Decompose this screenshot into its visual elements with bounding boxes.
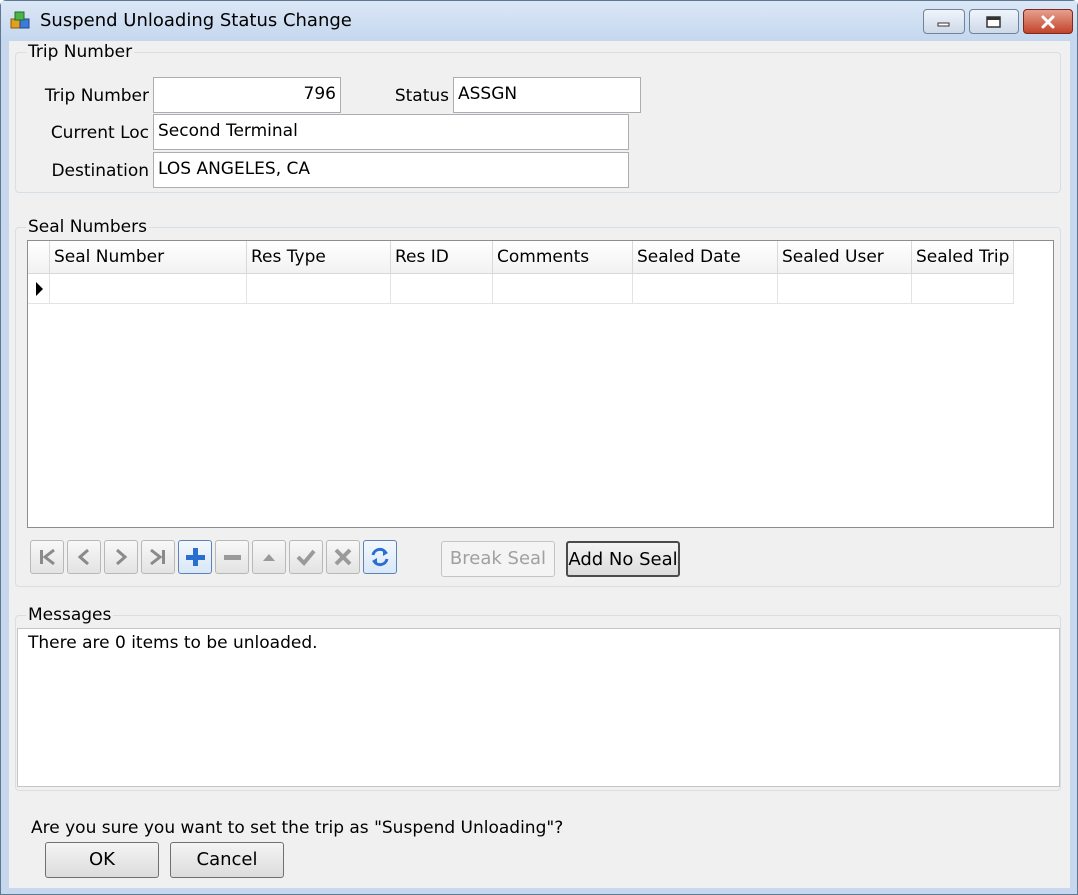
status-label: Status [394, 86, 449, 106]
break-seal-button[interactable]: Break Seal [441, 541, 555, 577]
refresh-icon [371, 547, 389, 567]
cell-sealed-date[interactable] [633, 274, 778, 304]
col-res-id[interactable]: Res ID [391, 241, 493, 274]
delete-record-icon [224, 555, 241, 560]
row-indicator [28, 274, 50, 304]
dialog-body: Trip Number Trip Number 796 Status ASSGN… [9, 41, 1070, 888]
previous-record-button[interactable] [67, 540, 101, 574]
first-record-button[interactable] [30, 540, 64, 574]
add-no-seal-button[interactable]: Add No Seal [566, 541, 680, 577]
col-sealed-trip[interactable]: Sealed Trip [912, 241, 1014, 274]
status-field[interactable]: ASSGN [453, 77, 641, 113]
title-bar[interactable]: Suspend Unloading Status Change [1, 1, 1077, 41]
cell-res-type[interactable] [247, 274, 391, 304]
confirm-question: Are you sure you want to set the trip as… [31, 818, 564, 838]
post-check-icon [296, 549, 316, 566]
maximize-button[interactable] [969, 9, 1019, 34]
cell-sealed-trip[interactable] [912, 274, 1014, 304]
messages-group-label: Messages [26, 605, 114, 625]
cell-res-id[interactable] [391, 274, 493, 304]
current-row-arrow-icon [36, 282, 43, 296]
cell-sealed-user[interactable] [778, 274, 912, 304]
maximize-icon [986, 15, 1001, 28]
grid-header: Seal Number Res Type Res ID Comments Sea… [28, 241, 1014, 274]
current-loc-label: Current Loc [50, 123, 149, 143]
post-button[interactable] [289, 540, 323, 574]
cancel-edit-button[interactable] [326, 540, 360, 574]
current-loc-field[interactable]: Second Terminal [153, 114, 629, 150]
col-sealed-date[interactable]: Sealed Date [633, 241, 778, 274]
previous-record-icon [77, 548, 89, 566]
cell-seal-number[interactable] [50, 274, 247, 304]
col-seal-number[interactable]: Seal Number [50, 241, 247, 274]
messages-text: There are 0 items to be unloaded. [28, 633, 318, 653]
col-comments[interactable]: Comments [493, 241, 633, 274]
cancel-button[interactable]: Cancel [170, 842, 284, 878]
minimize-button[interactable] [923, 9, 965, 34]
window-title: Suspend Unloading Status Change [40, 10, 352, 31]
destination-field[interactable]: LOS ANGELES, CA [153, 152, 629, 188]
last-record-button[interactable] [141, 540, 175, 574]
next-record-button[interactable] [104, 540, 138, 574]
cancel-x-icon [334, 548, 352, 566]
dialog-window: Suspend Unloading Status Change Trip Num… [0, 0, 1078, 895]
next-record-icon [116, 548, 128, 566]
ok-button[interactable]: OK [45, 842, 159, 878]
delete-record-button[interactable] [215, 540, 249, 574]
up-icon [263, 554, 275, 561]
seal-numbers-group-label: Seal Numbers [26, 217, 149, 237]
last-record-icon [150, 548, 165, 566]
minimize-icon [937, 22, 950, 26]
col-res-type[interactable]: Res Type [247, 241, 391, 274]
destination-label: Destination [51, 161, 149, 181]
messages-text-area[interactable]: There are 0 items to be unloaded. [17, 628, 1060, 787]
first-record-icon [40, 548, 55, 566]
grid-header-indicator [28, 241, 50, 274]
col-sealed-user[interactable]: Sealed User [778, 241, 912, 274]
trip-number-group-label: Trip Number [26, 42, 135, 62]
add-record-icon [186, 548, 205, 566]
cell-comments[interactable] [493, 274, 633, 304]
refresh-button[interactable] [363, 540, 397, 574]
seal-numbers-grid[interactable]: Seal Number Res Type Res ID Comments Sea… [27, 240, 1054, 528]
trip-number-label: Trip Number [44, 86, 149, 106]
close-icon [1041, 15, 1055, 28]
app-cubes-icon [10, 11, 30, 29]
trip-number-field[interactable]: 796 [153, 77, 341, 113]
up-button[interactable] [252, 540, 286, 574]
close-window-button[interactable] [1023, 9, 1073, 34]
add-record-button[interactable] [178, 540, 212, 574]
table-row[interactable] [28, 274, 1014, 304]
